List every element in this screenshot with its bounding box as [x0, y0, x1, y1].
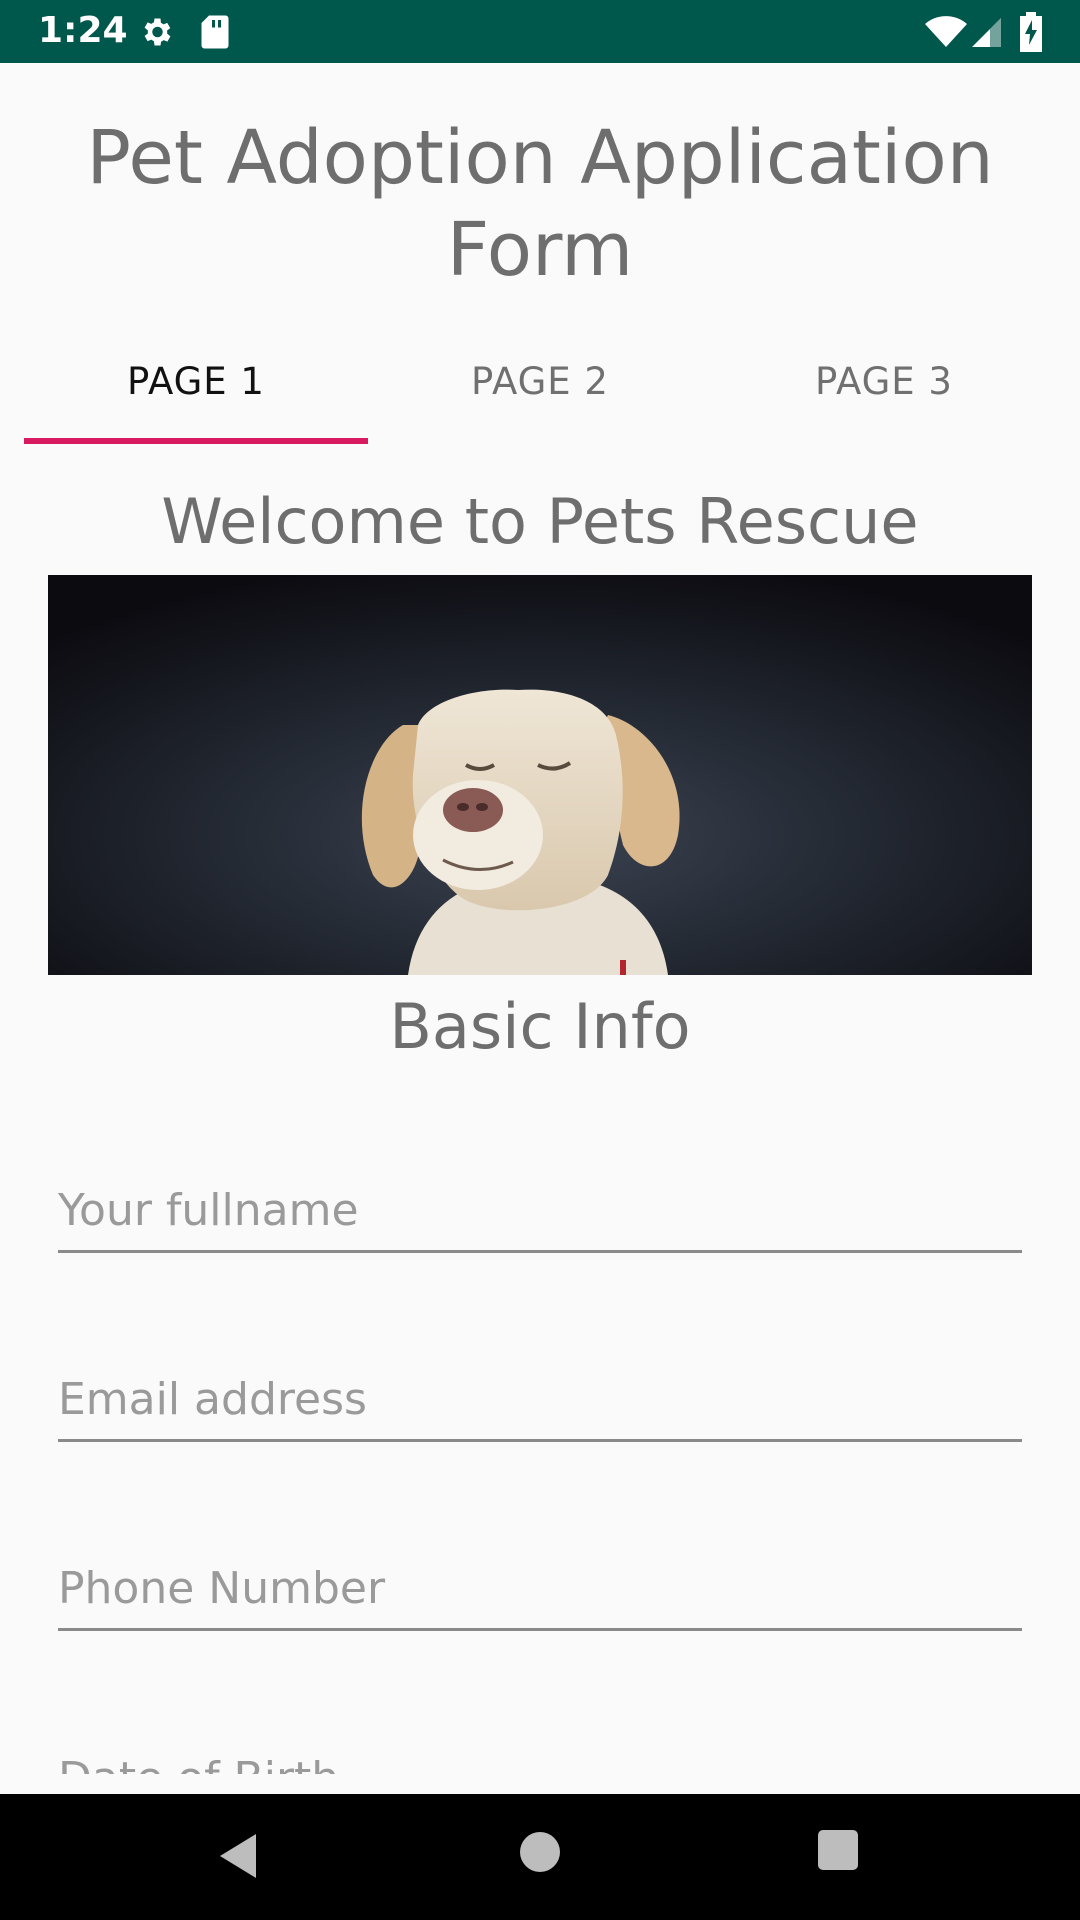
- email-field-container: [58, 1369, 1022, 1442]
- home-icon[interactable]: [520, 1832, 560, 1872]
- phone-field[interactable]: [58, 1558, 1022, 1628]
- page-title: Pet Adoption Application Form: [86, 115, 994, 293]
- recent-apps-icon[interactable]: [818, 1830, 858, 1870]
- navigation-bar: [0, 1794, 1080, 1920]
- tab-page-3[interactable]: PAGE 3: [712, 340, 1056, 444]
- signal-icon: [972, 18, 1001, 47]
- dob-field-container: [58, 1748, 1022, 1774]
- fullname-field[interactable]: [58, 1180, 1022, 1250]
- battery-charging-icon: [1020, 12, 1042, 52]
- back-icon[interactable]: [216, 1830, 260, 1882]
- welcome-heading: Welcome to Pets Rescue: [161, 485, 919, 558]
- fullname-field-container: [58, 1180, 1022, 1253]
- phone-field-container: [58, 1558, 1022, 1631]
- gear-icon: [144, 18, 171, 46]
- status-time: 1:24: [38, 10, 128, 51]
- hero-dog-image: [48, 575, 1032, 975]
- tab-page-2[interactable]: PAGE 2: [368, 340, 712, 444]
- status-bar: 1:24: [0, 0, 1080, 63]
- tab-bar: PAGE 1 PAGE 2 PAGE 3: [0, 340, 1080, 444]
- tab-indicator: [24, 438, 368, 444]
- tab-page-1[interactable]: PAGE 1: [24, 340, 368, 444]
- section-title: Basic Info: [389, 990, 691, 1063]
- sd-card-icon: [201, 15, 229, 49]
- email-field[interactable]: [58, 1369, 1022, 1439]
- wifi-icon: [925, 16, 967, 47]
- dob-field[interactable]: [58, 1748, 1022, 1774]
